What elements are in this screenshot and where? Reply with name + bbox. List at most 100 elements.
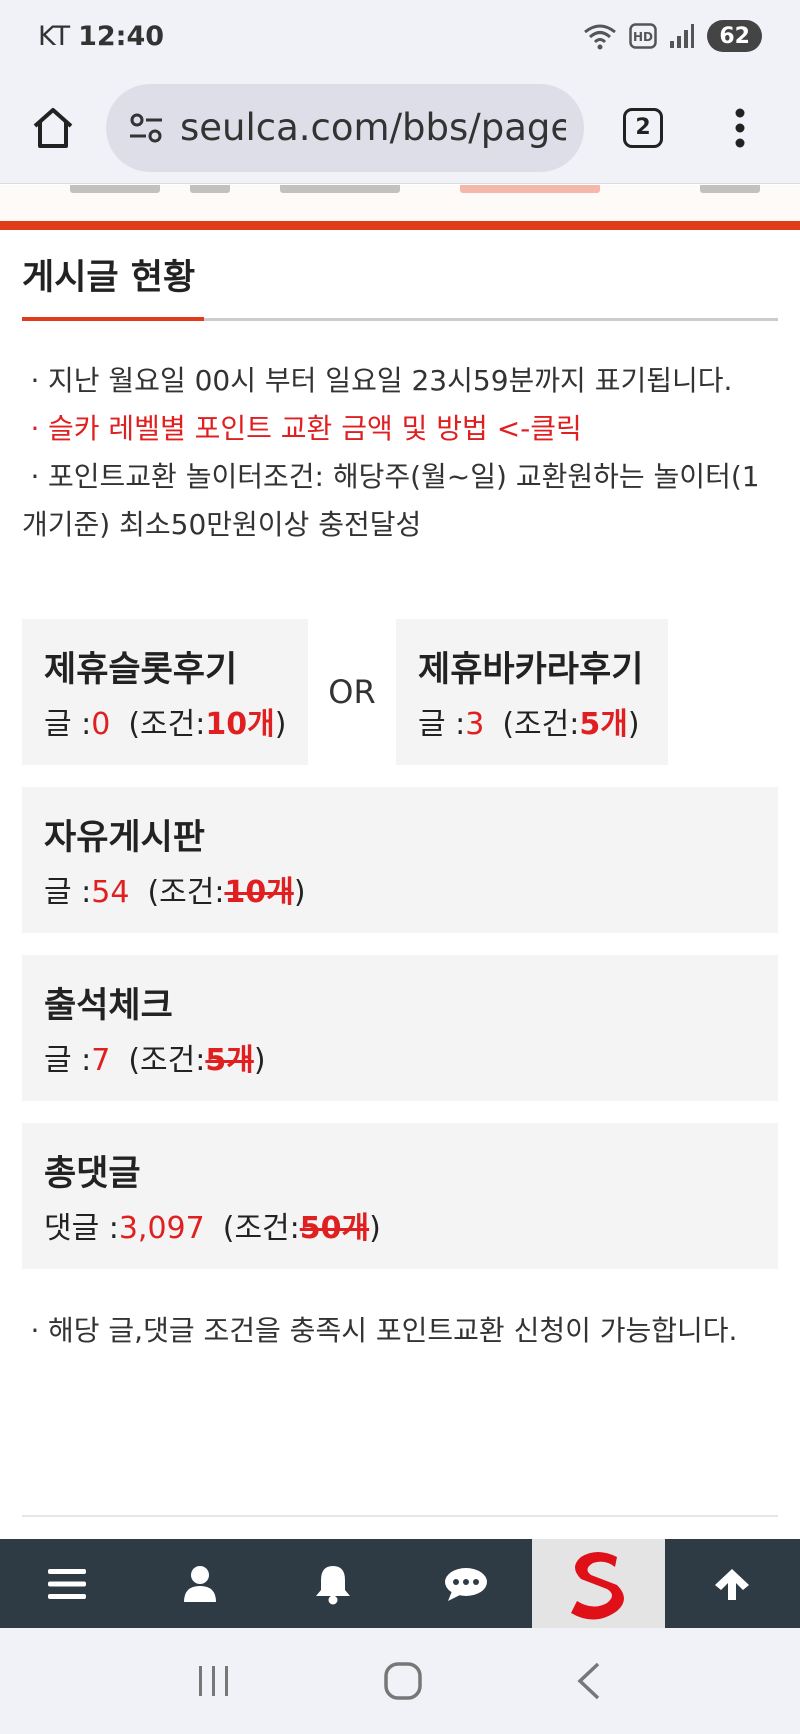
hd-icon: HD [629, 23, 658, 49]
exchange-note: · 해당 글,댓글 조건을 충족시 포인트교환 신청이 가능합니다. [22, 1309, 778, 1349]
cond-suffix: ) [369, 1211, 381, 1246]
cond-prefix: (조건: [128, 1043, 206, 1078]
note-text: 해당 글,댓글 조건을 충족시 포인트교환 신청이 가능합니다. [48, 1314, 738, 1347]
site-settings-icon[interactable] [124, 106, 168, 150]
board-title: 제휴슬롯후기 [44, 650, 238, 690]
tabs-icon: 2 [623, 107, 663, 148]
count-label: 댓글 : [44, 1211, 119, 1246]
board-count-line: 댓글 :3,097 (조건:50개) [44, 1203, 756, 1247]
bullet: · [30, 364, 40, 397]
nav-fragment [190, 185, 230, 193]
notice-list: · 지난 월요일 00시 부터 일요일 23시59분까지 표기됩니다. · 슬카 레… [22, 357, 778, 549]
requirement: 5개 [579, 707, 628, 742]
status-icons: HD 62 [583, 20, 762, 52]
recent-apps-icon[interactable] [196, 1663, 232, 1699]
system-nav-bar [0, 1628, 800, 1734]
count-label: 글 : [44, 707, 92, 742]
notice-text: 포인트교환 놀이터조건: 해당주(월~일) 교환원하는 놀이터(1개기준) 최소… [22, 460, 760, 541]
user-button[interactable] [133, 1539, 266, 1628]
address-bar[interactable]: seulca.com/bbs/page.php [106, 83, 584, 172]
home-icon [33, 107, 73, 148]
carrier-name: KT [38, 20, 71, 52]
more-menu-button[interactable] [720, 99, 760, 157]
notice-link-text[interactable]: 슬카 레벨별 포인트 교환 금액 및 방법 <-클릭 [48, 412, 582, 445]
menu-button[interactable] [0, 1539, 133, 1628]
bell-icon [315, 1565, 350, 1604]
nav-fragment [70, 185, 160, 193]
cond-suffix: ) [293, 875, 306, 910]
home-nav-icon[interactable] [383, 1661, 423, 1701]
notice-item: · 지난 월요일 00시 부터 일요일 23시59분까지 표기됩니다. [22, 357, 778, 405]
post-count: 7 [91, 1043, 111, 1078]
post-count: 3 [465, 707, 485, 742]
nav-fragment [280, 185, 400, 193]
browser-toolbar: seulca.com/bbs/page.php 2 [0, 72, 800, 184]
site-nav-partial [0, 185, 800, 221]
board-title: 총댓글 [44, 1154, 141, 1194]
board-count-line: 글 :7 (조건:5개) [44, 1035, 756, 1079]
battery-icon: 62 [707, 20, 762, 52]
url-text[interactable]: seulca.com/bbs/page.php [180, 106, 566, 149]
cond-prefix: (조건: [128, 707, 206, 742]
page-title: 게시글 현황 [22, 257, 196, 298]
footer-divider [22, 1515, 778, 1517]
board-title: 제휴바카라후기 [418, 650, 644, 690]
board-title: 출석체크 [44, 986, 173, 1026]
user-icon [183, 1565, 216, 1602]
home-button[interactable] [24, 99, 82, 157]
board-card-slot: 제휴슬롯후기 글 :0 (조건:10개) [22, 619, 308, 765]
cond-suffix: ) [253, 1043, 266, 1078]
cond-suffix: ) [274, 707, 287, 742]
chat-button[interactable] [399, 1539, 532, 1628]
board-card-baccarat: 제휴바카라후기 글 :3 (조건:5개) [396, 619, 668, 765]
count-label: 글 : [44, 875, 92, 910]
cond-prefix: (조건: [222, 1211, 300, 1246]
bullet: · [30, 412, 40, 445]
board-card-attendance: 출석체크 글 :7 (조건:5개) [22, 955, 778, 1101]
comment-count: 3,097 [118, 1211, 205, 1246]
notification-button[interactable] [266, 1539, 399, 1628]
title-underline [22, 317, 778, 321]
main-content: 게시글 현황 · 지난 월요일 00시 부터 일요일 23시59분까지 표기됩니다… [22, 230, 778, 1349]
board-count-line: 글 :0 (조건:10개) [44, 699, 286, 743]
board-title: 자유게시판 [44, 818, 206, 858]
bullet: · [30, 460, 40, 493]
post-count: 54 [91, 875, 130, 910]
requirement-met: 50개 [299, 1211, 370, 1246]
board-card-free: 자유게시판 글 :54 (조건:10개) [22, 787, 778, 933]
bullet: · [30, 1314, 40, 1347]
board-card-comments: 총댓글 댓글 :3,097 (조건:50개) [22, 1123, 778, 1269]
nav-fragment-active [460, 185, 600, 193]
board-count-line: 글 :54 (조건:10개) [44, 867, 756, 911]
menu-icon [47, 1568, 86, 1599]
status-bar: KT 12:40 HD 62 [0, 0, 800, 72]
arrow-up-icon [714, 1568, 749, 1600]
tabs-button[interactable]: 2 [614, 99, 672, 157]
notice-item: · 포인트교환 놀이터조건: 해당주(월~일) 교환원하는 놀이터(1개기준) 최… [22, 453, 778, 549]
cond-prefix: (조건: [502, 707, 580, 742]
back-icon[interactable] [574, 1661, 604, 1701]
board-status: 제휴슬롯후기 글 :0 (조건:10개) OR 제휴바카라후기 글 :3 (조건:5… [22, 619, 778, 1269]
or-label: OR [328, 673, 376, 711]
signal-icon [670, 24, 695, 48]
partner-review-row: 제휴슬롯후기 글 :0 (조건:10개) OR 제휴바카라후기 글 :3 (조건:5… [22, 619, 778, 765]
cond-prefix: (조건: [147, 875, 225, 910]
nav-fragment [700, 185, 760, 193]
count-label: 글 : [418, 707, 466, 742]
status-left: KT 12:40 [38, 21, 164, 52]
requirement: 10개 [205, 707, 275, 742]
count-label: 글 : [44, 1043, 92, 1078]
clock: 12:40 [78, 20, 165, 52]
scroll-top-button[interactable] [665, 1539, 798, 1628]
site-logo [570, 1551, 624, 1620]
notice-text: 지난 월요일 00시 부터 일요일 23시59분까지 표기됩니다. [48, 364, 733, 397]
site-logo-button[interactable] [532, 1539, 665, 1628]
chat-icon [444, 1567, 487, 1601]
nav-accent-line [0, 221, 800, 230]
cond-suffix: ) [627, 707, 640, 742]
svg-text:HD: HD [633, 30, 653, 44]
point-exchange-link[interactable]: · 슬카 레벨별 포인트 교환 금액 및 방법 <-클릭 [22, 405, 778, 453]
wifi-icon [584, 24, 617, 50]
requirement-met: 5개 [205, 1043, 254, 1078]
more-menu-icon [735, 108, 745, 147]
